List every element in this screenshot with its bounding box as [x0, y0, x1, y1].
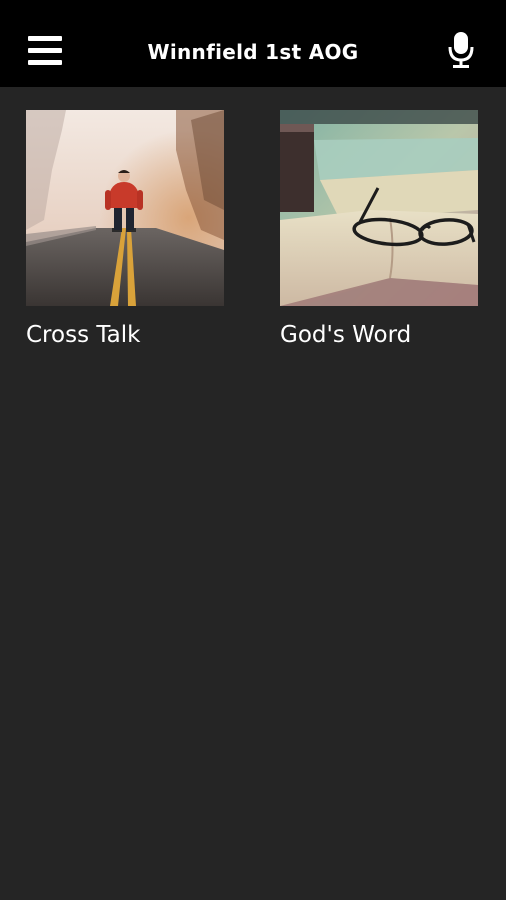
gods-word-card[interactable]: God's Word — [280, 110, 478, 348]
cross-talk-label: Cross Talk — [26, 322, 141, 348]
app-header: Winnfield 1st AOG — [0, 0, 506, 87]
microphone-icon[interactable] — [447, 31, 475, 69]
page-title: Winnfield 1st AOG — [147, 40, 359, 64]
cross-talk-card[interactable]: Cross Talk — [26, 110, 224, 348]
gods-word-label: God's Word — [280, 322, 412, 348]
menu-icon[interactable] — [28, 36, 62, 66]
gods-word-thumbnail — [280, 110, 478, 306]
cross-talk-thumbnail — [26, 110, 224, 306]
